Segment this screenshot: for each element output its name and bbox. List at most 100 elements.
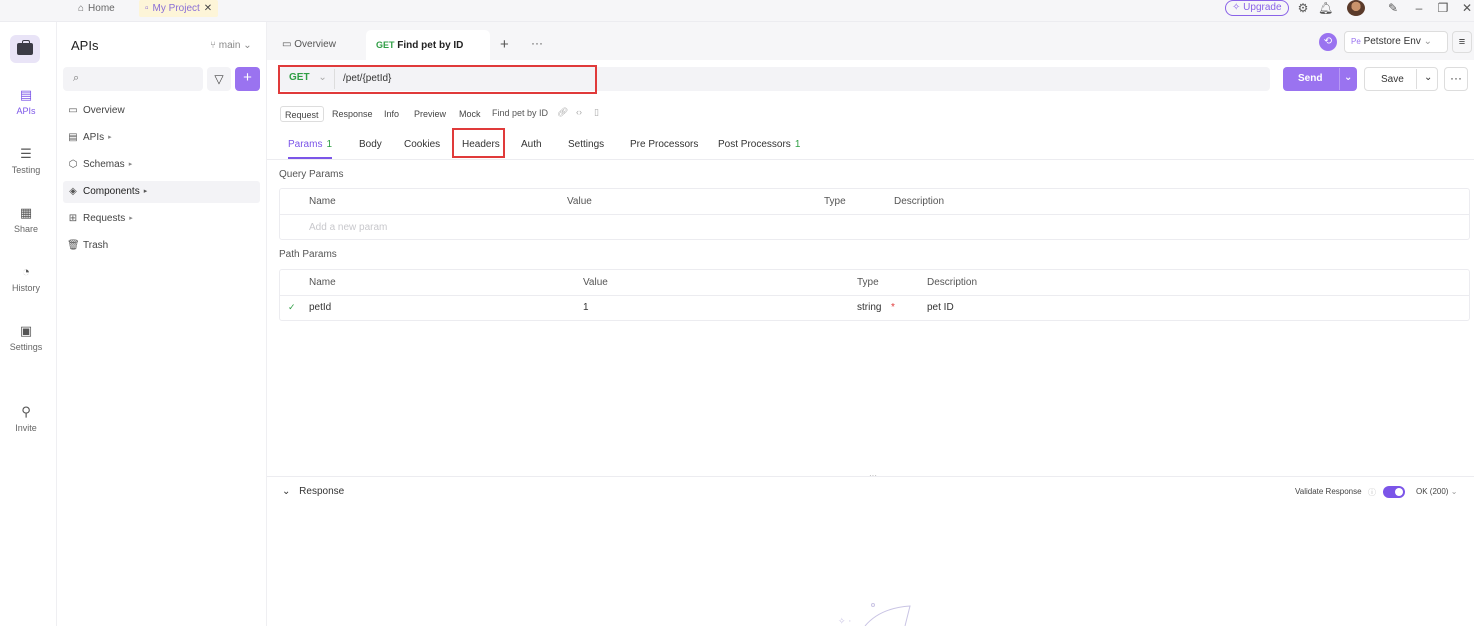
save-label: Save: [1381, 74, 1404, 85]
send-button[interactable]: Send ⌄: [1283, 67, 1357, 91]
tab-more-icon[interactable]: ···: [531, 36, 543, 50]
rail-label: History: [11, 283, 40, 293]
branch-selector[interactable]: ⑂ main ⌄: [210, 40, 252, 51]
param-value[interactable]: 1: [583, 302, 589, 313]
window-close-icon[interactable]: ✕: [1460, 0, 1474, 16]
overview-icon: ▭: [282, 39, 292, 50]
post-count-badge: 1: [794, 139, 801, 150]
caret-right-icon: ▸: [108, 134, 112, 141]
sidebar-item-label: APIs: [83, 132, 105, 143]
rail-item-share[interactable]: ▦ Share: [0, 206, 52, 235]
sidebar-item-label: Overview: [83, 105, 125, 116]
invite-icon: ⚲: [21, 404, 31, 419]
sidebar-search-input[interactable]: ⌕: [63, 67, 203, 91]
close-icon[interactable]: ✕: [204, 3, 212, 14]
env-sync-icon[interactable]: ⟲: [1319, 33, 1337, 51]
save-button[interactable]: Save ⌄: [1364, 67, 1438, 91]
tab-pre-processors[interactable]: Pre Processors: [630, 137, 698, 159]
project-logo[interactable]: [10, 35, 40, 63]
tab-home[interactable]: ⌂ Home: [78, 0, 115, 17]
tab-auth[interactable]: Auth: [521, 137, 542, 159]
link-icon[interactable]: 🔗︎: [557, 107, 568, 118]
filter-icon: ▽: [214, 72, 224, 86]
api-icon: ▤: [19, 87, 33, 102]
response-label: Response: [299, 486, 345, 497]
validate-response-toggle[interactable]: [1383, 486, 1405, 498]
divider: [280, 295, 1469, 296]
code-icon[interactable]: ‹›: [576, 107, 582, 117]
testing-icon: ☰: [20, 146, 32, 161]
tab-my-project[interactable]: ▫ My Project ✕: [139, 0, 219, 17]
apis-icon: ▤: [68, 132, 78, 143]
sidebar-item-components[interactable]: ◈ Components ▸: [63, 181, 260, 203]
sidebar-item-overview[interactable]: ▭ Overview: [63, 100, 260, 122]
chevron-down-icon[interactable]: ⌄: [1344, 72, 1352, 83]
response-status-select[interactable]: OK (200) ⌄: [1416, 487, 1457, 496]
tab-overview-label: Overview: [294, 39, 336, 50]
avatar[interactable]: [1347, 0, 1365, 16]
response-toggle[interactable]: ⌄ Response: [282, 486, 344, 497]
home-icon: ⌂: [78, 3, 85, 14]
rail-item-history[interactable]: ◔ History: [0, 264, 52, 294]
menu-icon[interactable]: ≡: [1452, 31, 1472, 53]
filter-button[interactable]: ▽: [207, 67, 231, 91]
rail-item-apis[interactable]: ▤ APIs: [0, 87, 52, 117]
gear-icon[interactable]: ⚙: [1296, 0, 1310, 16]
sidebar-item-requests[interactable]: ⊞ Requests ▸: [63, 208, 260, 230]
tab-params[interactable]: Params 1: [288, 137, 333, 159]
resize-handle[interactable]: ···: [869, 471, 877, 480]
chevron-down-icon: ⌄: [1450, 487, 1458, 496]
tab-overview[interactable]: ▭ Overview: [282, 30, 336, 60]
subtab-request[interactable]: Request: [280, 106, 324, 122]
check-icon[interactable]: ✓: [288, 302, 296, 313]
tab-post-processors[interactable]: Post Processors 1: [718, 137, 800, 159]
sidebar-item-trash[interactable]: 🗑︎ Trash: [63, 235, 260, 257]
column-header: Type: [824, 196, 846, 207]
sidebar-item-label: Schemas: [83, 159, 125, 170]
bell-icon[interactable]: 🔔︎: [1318, 0, 1333, 16]
pin-icon[interactable]: ✎: [1386, 0, 1400, 16]
tab-cookies[interactable]: Cookies: [404, 137, 440, 159]
more-options-icon[interactable]: ···: [1444, 67, 1468, 91]
components-icon: ◈: [69, 186, 77, 197]
sidebar-title: APIs: [71, 38, 99, 53]
history-icon: ◔: [22, 264, 30, 279]
chevron-down-icon[interactable]: ⌄: [1424, 72, 1432, 83]
new-tab-plus-icon[interactable]: +: [500, 36, 509, 53]
environment-select[interactable]: Pe Petstore Env ⌄: [1344, 31, 1448, 53]
maximize-icon[interactable]: ❐: [1436, 0, 1450, 16]
add-param-input[interactable]: Add a new param: [309, 222, 387, 233]
chevron-down-icon: ⌄: [243, 40, 252, 51]
column-header: Name: [309, 196, 336, 207]
caret-right-icon: ▸: [129, 215, 133, 222]
tab-body[interactable]: Body: [359, 137, 382, 159]
tab-settings[interactable]: Settings: [568, 137, 604, 159]
tab-find-pet-by-id[interactable]: GET Find pet by ID: [366, 30, 490, 60]
rail-item-invite[interactable]: ⚲ Invite: [0, 404, 52, 434]
schemas-icon: ⬡: [68, 159, 78, 170]
trash-icon: 🗑︎: [67, 240, 80, 251]
minimize-icon[interactable]: –: [1412, 0, 1426, 16]
column-header: Value: [583, 277, 608, 288]
subtab-preview[interactable]: Preview: [410, 106, 450, 122]
branch-icon: ⑂: [210, 40, 216, 51]
subtab-mock[interactable]: Mock: [455, 106, 485, 122]
param-description[interactable]: pet ID: [927, 302, 954, 313]
layout-icon[interactable]: ▯: [594, 107, 599, 118]
subtab-response[interactable]: Response: [328, 106, 377, 122]
tab-my-project-label: My Project: [152, 3, 200, 14]
param-name[interactable]: petId: [309, 302, 331, 313]
svg-text:✧ ·: ✧ ·: [838, 617, 851, 626]
caret-right-icon: ▸: [143, 188, 148, 195]
rail-item-testing[interactable]: ☰ Testing: [0, 146, 52, 176]
subtab-info[interactable]: Info: [380, 106, 403, 122]
rail-item-settings[interactable]: ▣ Settings: [0, 324, 52, 353]
divider: [1416, 69, 1417, 89]
upgrade-button[interactable]: ✧ Upgrade: [1225, 0, 1289, 16]
param-type[interactable]: string: [857, 302, 881, 313]
sidebar-item-schemas[interactable]: ⬡ Schemas ▸: [63, 154, 260, 176]
add-button[interactable]: +: [235, 67, 260, 91]
search-icon: ⌕: [73, 72, 80, 84]
sidebar-item-apis[interactable]: ▤ APIs ▸: [63, 127, 260, 149]
tab-params-label: Params: [288, 139, 323, 150]
